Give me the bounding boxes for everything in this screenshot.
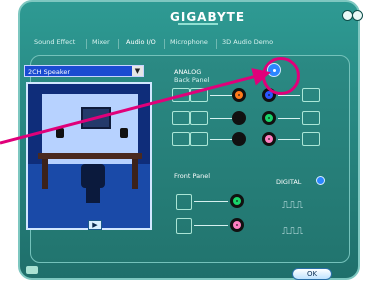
pointer-arrow <box>0 68 271 145</box>
